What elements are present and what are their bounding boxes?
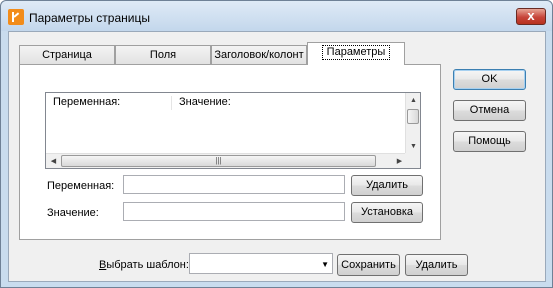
variable-input[interactable] — [123, 175, 345, 194]
scroll-up-icon[interactable]: ▲ — [406, 93, 421, 108]
close-button[interactable]: x — [516, 8, 546, 25]
tab-label: Параметры — [321, 45, 391, 60]
tab-label: Поля — [149, 49, 177, 61]
value-input[interactable] — [123, 202, 345, 221]
vertical-scrollbar[interactable]: ▲ ▼ — [405, 93, 420, 154]
template-select[interactable]: ▼ — [189, 253, 333, 274]
scroll-corner — [405, 153, 420, 168]
variable-label: Переменная: — [47, 180, 115, 192]
scroll-left-icon[interactable]: ◀ — [46, 154, 61, 169]
variables-list[interactable]: Переменная: Значение: ▲ ▼ ◀ ||| ▶ — [45, 92, 421, 169]
window-title: Параметры страницы — [29, 11, 150, 25]
template-label: Выбрать шаблон: — [99, 259, 189, 271]
dropdown-arrow-icon[interactable]: ▼ — [321, 260, 329, 269]
dialog-body: Страница Поля Заголовок/колонт Параметры… — [8, 31, 546, 282]
tab-parameters[interactable]: Параметры — [307, 42, 405, 65]
list-header: Переменная: Значение: — [46, 93, 407, 110]
template-label-text: ыбрать шаблон: — [106, 259, 189, 271]
tab-page[interactable]: Страница — [19, 45, 115, 64]
delete-template-button[interactable]: Удалить — [405, 254, 468, 276]
app-logo-icon — [8, 9, 24, 25]
horizontal-scroll-thumb[interactable]: ||| — [61, 155, 376, 167]
column-header-variable[interactable]: Переменная: — [46, 96, 172, 110]
tab-label: Заголовок/колонт — [214, 49, 304, 61]
tab-margins[interactable]: Поля — [115, 45, 211, 64]
delete-variable-button[interactable]: Удалить — [351, 175, 423, 196]
help-button[interactable]: Помощь — [453, 131, 526, 152]
dialog-window: Параметры страницы x Страница Поля Загол… — [0, 0, 553, 288]
ok-button[interactable]: OK — [453, 69, 526, 90]
title-bar[interactable]: Параметры страницы x — [1, 1, 552, 31]
cancel-button[interactable]: Отмена — [453, 100, 526, 121]
tab-header-footer[interactable]: Заголовок/колонт — [211, 45, 307, 64]
tab-label: Страница — [42, 49, 92, 61]
value-label: Значение: — [47, 207, 99, 219]
save-template-button[interactable]: Сохранить — [337, 254, 400, 276]
vertical-scroll-thumb[interactable] — [407, 109, 419, 124]
horizontal-scrollbar[interactable]: ◀ ||| ▶ — [46, 153, 407, 168]
set-value-button[interactable]: Установка — [351, 202, 423, 223]
scroll-down-icon[interactable]: ▼ — [406, 139, 421, 154]
column-header-value[interactable]: Значение: — [172, 96, 407, 110]
